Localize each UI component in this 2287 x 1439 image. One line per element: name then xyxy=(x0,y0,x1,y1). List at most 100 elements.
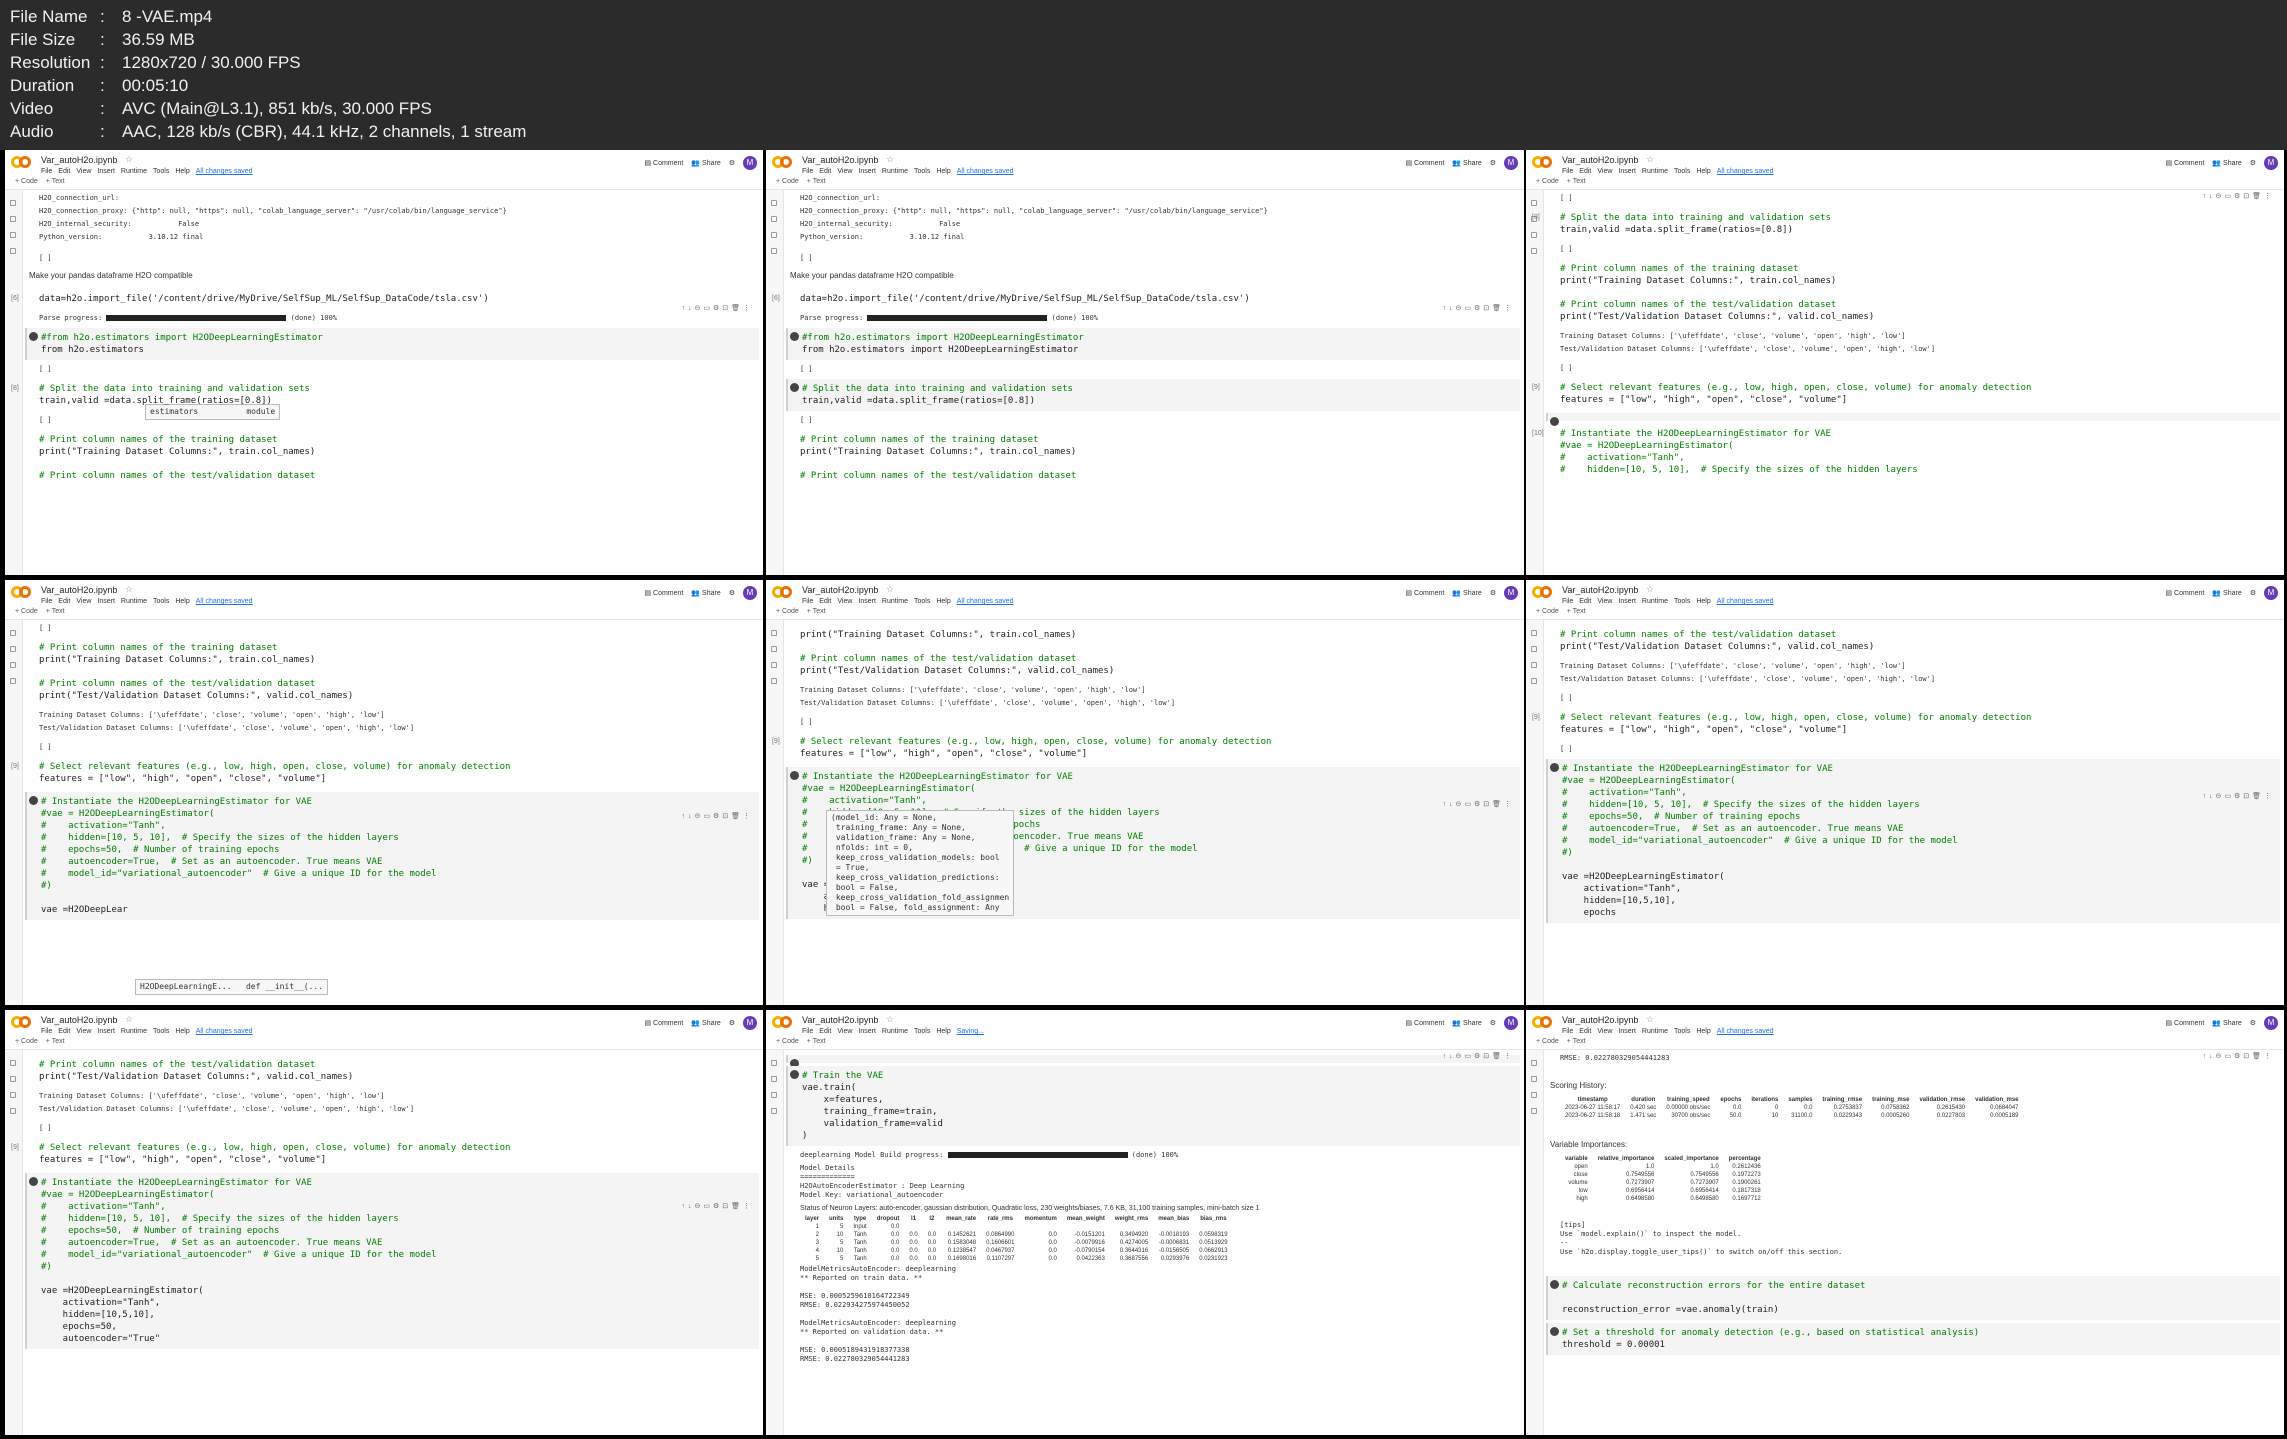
code-cell[interactable]: # Instantiate the H2ODeepLearningEstimat… xyxy=(25,1173,759,1349)
code-cell[interactable]: [8] # Split the data into training and va… xyxy=(11,379,759,411)
comment-button[interactable]: ▤ Comment xyxy=(1405,589,1444,597)
save-status[interactable]: All changes saved xyxy=(196,168,253,175)
comment-button[interactable]: ▤ Comment xyxy=(644,159,683,167)
menu-item[interactable]: Help xyxy=(175,168,189,175)
star-icon[interactable]: ☆ xyxy=(886,154,894,165)
menu-item[interactable]: Insert xyxy=(858,1028,876,1035)
files-icon[interactable] xyxy=(10,248,16,254)
share-button[interactable]: 👥 Share xyxy=(2212,589,2241,597)
save-status[interactable]: All changes saved xyxy=(1717,598,1774,605)
code-cell[interactable]: # Print column names of the training dat… xyxy=(25,638,759,706)
toc-icon[interactable] xyxy=(10,630,16,636)
settings-icon[interactable]: ⚙ xyxy=(729,159,735,167)
files-icon[interactable] xyxy=(771,1108,777,1114)
code-cell[interactable] xyxy=(1546,413,2280,426)
variables-icon[interactable] xyxy=(10,1092,16,1098)
menu-item[interactable]: View xyxy=(76,598,91,605)
settings-icon[interactable]: ⚙ xyxy=(729,1019,735,1027)
settings-icon[interactable]: ⚙ xyxy=(1490,589,1496,597)
menu-item[interactable]: Tools xyxy=(153,1028,169,1035)
add-text-button[interactable]: + Text xyxy=(46,608,65,615)
avatar[interactable]: M xyxy=(1504,1016,1518,1030)
avatar[interactable]: M xyxy=(2264,1016,2278,1030)
search-icon[interactable] xyxy=(771,1076,777,1082)
empty-cell[interactable]: [ ] xyxy=(1546,362,2280,375)
cell-toolbar[interactable]: ↑↓⊝▭⚙⊡🗑⋮ xyxy=(2202,792,2274,800)
empty-cell[interactable]: [ ] xyxy=(25,1122,759,1135)
comment-button[interactable]: ▤ Comment xyxy=(2165,589,2204,597)
cell-toolbar[interactable]: ↑↓⊝▭⚙⊡🗑⋮ xyxy=(1442,304,1514,312)
menu-item[interactable]: Runtime xyxy=(121,598,147,605)
avatar[interactable]: M xyxy=(743,1016,757,1030)
avatar[interactable]: M xyxy=(2264,586,2278,600)
notebook-filename[interactable]: Var_autoH2o.ipynb xyxy=(1562,155,1638,165)
code-cell[interactable]: [8] # Split the data into training and va… xyxy=(1532,208,2280,240)
share-button[interactable]: 👥 Share xyxy=(1452,159,1481,167)
variables-icon[interactable] xyxy=(771,662,777,668)
add-code-button[interactable]: + Code xyxy=(1536,1038,1559,1045)
add-text-button[interactable]: + Text xyxy=(1567,608,1586,615)
menu-item[interactable]: View xyxy=(837,1028,852,1035)
code-cell[interactable]: [6] data=h2o.import_file('/content/drive/… xyxy=(11,289,759,309)
add-text-button[interactable]: + Text xyxy=(807,608,826,615)
files-icon[interactable] xyxy=(771,678,777,684)
code-cell[interactable]: # Set a threshold for anomaly detection … xyxy=(1546,1323,2280,1355)
menu-item[interactable]: Edit xyxy=(58,1028,70,1035)
files-icon[interactable] xyxy=(1531,1108,1537,1114)
files-icon[interactable] xyxy=(10,1108,16,1114)
star-icon[interactable]: ☆ xyxy=(1646,1014,1654,1025)
menu-item[interactable]: View xyxy=(76,168,91,175)
menu-item[interactable]: Tools xyxy=(153,168,169,175)
cell-toolbar[interactable]: ↑↓⊝▭⚙⊡🗑⋮ xyxy=(681,1202,753,1210)
cell-toolbar[interactable]: ↑↓⊝▭⚙⊡🗑⋮ xyxy=(1442,800,1514,808)
settings-icon[interactable]: ⚙ xyxy=(1490,1019,1496,1027)
menu-item[interactable]: Tools xyxy=(1674,1028,1690,1035)
variables-icon[interactable] xyxy=(1531,1092,1537,1098)
code-cell[interactable]: [9] # Select relevant features (e.g., low… xyxy=(11,1138,759,1170)
cell-toolbar[interactable]: ↑↓⊝▭⚙⊡🗑⋮ xyxy=(2202,1052,2274,1060)
menu-item[interactable]: Help xyxy=(1696,168,1710,175)
menu-item[interactable]: Runtime xyxy=(121,1028,147,1035)
add-text-button[interactable]: + Text xyxy=(807,178,826,185)
code-cell[interactable]: # Instantiate the H2ODeepLearningEstimat… xyxy=(25,792,759,920)
run-cell-button[interactable] xyxy=(790,1070,799,1079)
menu-item[interactable]: Insert xyxy=(1618,168,1636,175)
avatar[interactable]: M xyxy=(1504,156,1518,170)
menu-item[interactable]: Help xyxy=(936,168,950,175)
add-code-button[interactable]: + Code xyxy=(776,608,799,615)
search-icon[interactable] xyxy=(10,216,16,222)
toc-icon[interactable] xyxy=(1531,630,1537,636)
add-text-button[interactable]: + Text xyxy=(46,178,65,185)
menu-item[interactable]: Runtime xyxy=(1642,598,1668,605)
variables-icon[interactable] xyxy=(10,232,16,238)
search-icon[interactable] xyxy=(10,646,16,652)
files-icon[interactable] xyxy=(10,678,16,684)
add-text-button[interactable]: + Text xyxy=(807,1038,826,1045)
run-cell-button[interactable] xyxy=(790,332,799,341)
code-cell[interactable]: # Split the data into training and valid… xyxy=(786,379,1520,411)
code-cell[interactable] xyxy=(786,1055,1520,1068)
empty-cell[interactable]: [ ] xyxy=(25,741,759,754)
add-code-button[interactable]: + Code xyxy=(15,608,38,615)
files-icon[interactable] xyxy=(771,248,777,254)
search-icon[interactable] xyxy=(1531,646,1537,652)
menu-item[interactable]: Runtime xyxy=(121,168,147,175)
share-button[interactable]: 👥 Share xyxy=(691,1019,720,1027)
star-icon[interactable]: ☆ xyxy=(886,584,894,595)
code-cell[interactable]: # Instantiate the H2ODeepLearningEstimat… xyxy=(1546,759,2280,923)
notebook-filename[interactable]: Var_autoH2o.ipynb xyxy=(802,1015,878,1025)
menu-item[interactable]: Help xyxy=(936,598,950,605)
empty-cell[interactable]: [ ] xyxy=(786,252,1520,265)
menu-item[interactable]: Tools xyxy=(1674,598,1690,605)
menu-item[interactable]: View xyxy=(837,168,852,175)
run-cell-button[interactable] xyxy=(1550,1327,1559,1336)
toc-icon[interactable] xyxy=(771,1060,777,1066)
save-status[interactable]: All changes saved xyxy=(957,168,1014,175)
code-cell[interactable]: # Print column names of the test/validat… xyxy=(25,1055,759,1087)
comment-button[interactable]: ▤ Comment xyxy=(2165,159,2204,167)
code-cell[interactable]: [9] # Select relevant features (e.g., low… xyxy=(1532,708,2280,740)
menu-item[interactable]: Insert xyxy=(858,168,876,175)
menu-item[interactable]: Edit xyxy=(819,168,831,175)
menu-item[interactable]: Edit xyxy=(1579,1028,1591,1035)
code-cell[interactable]: [6] data=h2o.import_file('/content/drive/… xyxy=(772,289,1520,309)
